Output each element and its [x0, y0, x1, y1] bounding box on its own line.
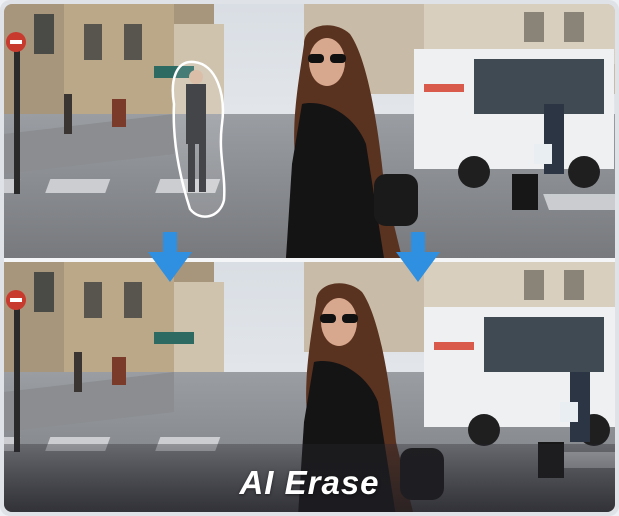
arrow-down-icon [396, 232, 440, 282]
before-image [4, 4, 615, 258]
ai-erase-caption: AI Erase [239, 464, 380, 501]
street-scene-before [4, 4, 615, 258]
after-image: AI Erase [4, 262, 615, 512]
arrow-down-icon [148, 232, 192, 282]
before-after-comparison: AI Erase [0, 0, 619, 516]
